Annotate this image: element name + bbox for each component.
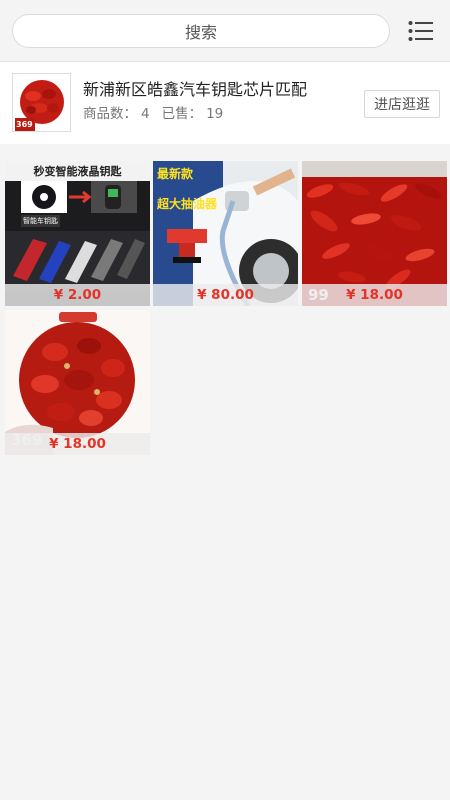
product-count-label: 商品数：: [83, 106, 137, 122]
product-image-subtitle: 超大抽油器: [157, 197, 218, 211]
product-price: ¥ 18.00: [302, 284, 447, 306]
top-bar: 搜索: [0, 0, 450, 62]
list-menu-icon[interactable]: [408, 20, 434, 42]
product-card[interactable]: 秒变智能液晶钥匙 智能车钥匙 ¥ 2.00: [5, 161, 150, 306]
product-price: ¥ 2.00: [5, 284, 150, 306]
sold-count: 19: [206, 106, 224, 122]
shop-card[interactable]: 369 新浦新区皓鑫汽车钥匙芯片匹配 商品数： 4 已售： 19 进店逛逛: [0, 62, 450, 144]
sold-label: 已售：: [161, 106, 203, 122]
product-card[interactable]: 369 ¥ 18.00: [5, 310, 150, 455]
product-image-title: 秒变智能液晶钥匙: [33, 165, 122, 178]
product-price: ¥ 18.00: [5, 433, 150, 455]
shop-logo-badge: 369: [16, 120, 33, 129]
search-bar[interactable]: 搜索: [12, 14, 390, 48]
product-card[interactable]: 99 ¥ 18.00: [302, 161, 447, 306]
shop-stats: 商品数： 4 已售： 19: [83, 102, 229, 122]
product-price: ¥ 80.00: [153, 284, 298, 306]
shop-name: 新浦新区皓鑫汽车钥匙芯片匹配: [83, 80, 308, 99]
product-card[interactable]: 最新款 超大抽油器 ¥ 80.00: [153, 161, 298, 306]
product-image-title: 最新款: [157, 167, 194, 181]
enter-shop-button[interactable]: 进店逛逛: [364, 90, 440, 118]
product-image-tag: 智能车钥匙: [21, 215, 60, 227]
search-label: 搜索: [184, 23, 217, 42]
product-count: 4: [141, 106, 150, 122]
shop-logo: 369: [12, 73, 71, 132]
